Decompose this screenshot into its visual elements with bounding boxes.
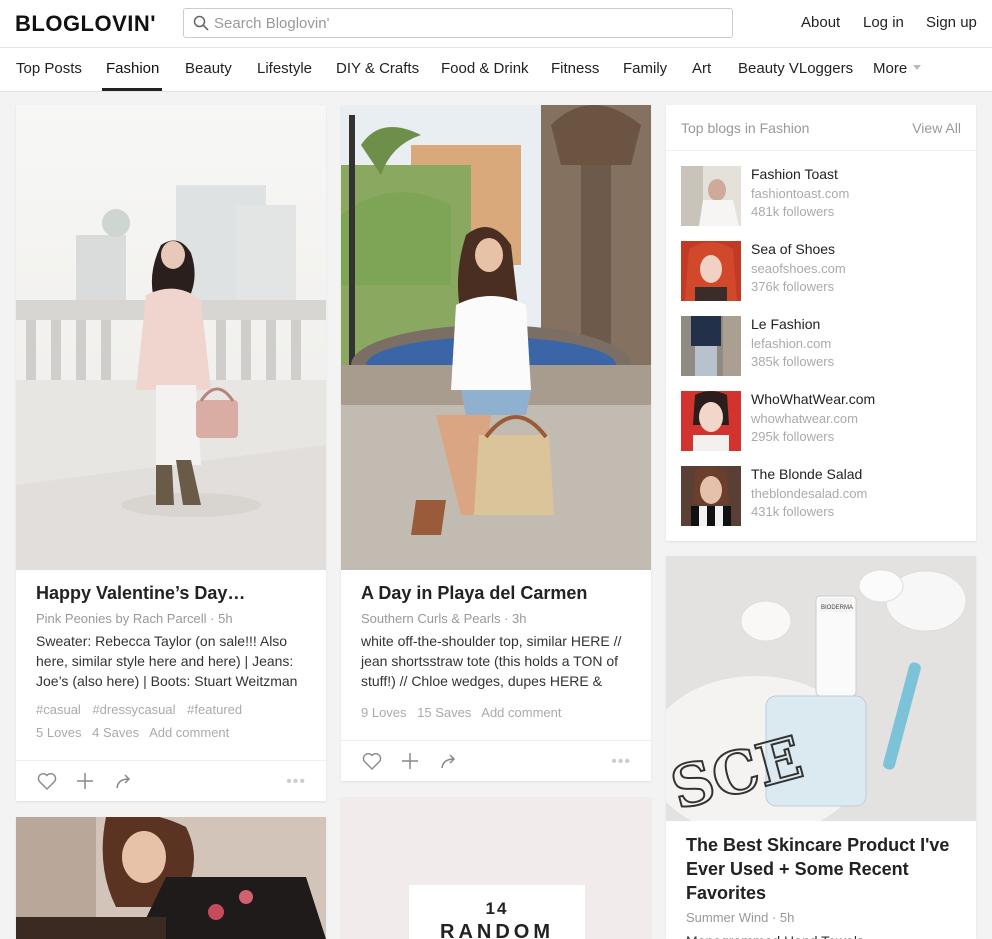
tab-beauty[interactable]: Beauty bbox=[185, 60, 232, 77]
top-blogs-panel: Top blogs in Fashion View All Fashion To… bbox=[666, 105, 976, 541]
blog-item-sea-of-shoes[interactable]: Sea of Shoes seaofshoes.com 376k followe… bbox=[681, 241, 971, 303]
loves-count: 9 Loves bbox=[361, 705, 407, 720]
blog-name[interactable]: Fashion Toast bbox=[751, 166, 838, 182]
post-image-4[interactable] bbox=[16, 817, 326, 939]
post-actions-2: ••• bbox=[341, 740, 651, 781]
blog-url: seaofshoes.com bbox=[751, 261, 846, 276]
tag-link[interactable]: #casual bbox=[36, 702, 81, 717]
post-stats-2: 9 Loves 15 Saves Add comment bbox=[361, 705, 568, 720]
blog-item-le-fashion[interactable]: Le Fashion lefashion.com 385k followers bbox=[681, 316, 971, 378]
tab-more-label: More bbox=[873, 60, 908, 77]
post-image-3[interactable]: BIODERMA SCE bbox=[666, 556, 976, 821]
poster-word: RANDOM bbox=[440, 921, 554, 939]
blog-name[interactable]: Sea of Shoes bbox=[751, 241, 835, 257]
post-card-3: BIODERMA SCE The Best Skincare Product I… bbox=[666, 556, 976, 939]
tab-top-posts[interactable]: Top Posts bbox=[16, 60, 82, 77]
post-stats-1: 5 Loves 4 Saves Add comment bbox=[36, 725, 236, 740]
tab-lifestyle[interactable]: Lifestyle bbox=[257, 60, 312, 77]
blog-item-blonde-salad[interactable]: The Blonde Salad theblondesalad.com 431k… bbox=[681, 466, 971, 528]
poster-number: 14 bbox=[485, 899, 509, 918]
blog-followers: 481k followers bbox=[751, 204, 835, 219]
more-options-icon[interactable]: ••• bbox=[611, 753, 631, 771]
post-meta-2[interactable]: Southern Curls & Pearls · 3h bbox=[361, 611, 526, 626]
top-blogs-title: Top blogs in Fashion bbox=[681, 120, 810, 136]
tab-fitness[interactable]: Fitness bbox=[551, 60, 599, 77]
plus-icon[interactable] bbox=[399, 750, 421, 772]
signup-link[interactable]: Sign up bbox=[926, 14, 977, 31]
post-excerpt-1: Sweater: Rebecca Taylor (on sale!!! Also… bbox=[36, 633, 298, 689]
category-nav: Top Posts Fashion Beauty Lifestyle DIY &… bbox=[0, 48, 992, 92]
blog-avatar bbox=[681, 466, 741, 526]
saves-count: 15 Saves bbox=[417, 705, 472, 720]
blog-avatar bbox=[681, 391, 741, 451]
post-card-4 bbox=[16, 817, 326, 939]
product-brand-label: BIODERMA bbox=[821, 605, 853, 611]
post-image-2[interactable] bbox=[341, 105, 651, 570]
blog-url: fashiontoast.com bbox=[751, 186, 850, 201]
post-title-2[interactable]: A Day in Playa del Carmen bbox=[361, 583, 587, 604]
plus-icon[interactable] bbox=[74, 770, 96, 792]
blog-name[interactable]: Le Fashion bbox=[751, 316, 820, 332]
post-image-5[interactable]: 14 RANDOM bbox=[341, 797, 651, 939]
tab-fashion[interactable]: Fashion bbox=[106, 60, 159, 77]
blog-name[interactable]: The Blonde Salad bbox=[751, 466, 862, 482]
search-box[interactable] bbox=[183, 8, 733, 38]
blog-url: theblondesalad.com bbox=[751, 486, 868, 501]
saves-count: 4 Saves bbox=[92, 725, 140, 740]
more-options-icon[interactable]: ••• bbox=[286, 773, 306, 791]
add-comment-link[interactable]: Add comment bbox=[481, 705, 561, 720]
top-blogs-header: Top blogs in Fashion View All bbox=[666, 105, 976, 151]
post-tags-1: #casual #dressycasual #featured bbox=[36, 702, 250, 717]
heart-icon[interactable] bbox=[361, 750, 383, 772]
blog-followers: 376k followers bbox=[751, 279, 835, 294]
tab-beauty-vloggers[interactable]: Beauty VLoggers bbox=[738, 60, 853, 77]
post-title-1[interactable]: Happy Valentine’s Day… bbox=[36, 583, 245, 604]
blog-followers: 431k followers bbox=[751, 504, 835, 519]
blog-url: whowhatwear.com bbox=[751, 411, 858, 426]
post-excerpt-3: Monogrammed Hand Towels bbox=[686, 931, 961, 939]
post-image-1[interactable] bbox=[16, 105, 326, 570]
share-icon[interactable] bbox=[113, 770, 135, 792]
blog-url: lefashion.com bbox=[751, 336, 832, 351]
bloglovin-logo[interactable]: BLOGLOVIN' bbox=[15, 11, 156, 37]
add-comment-link[interactable]: Add comment bbox=[149, 725, 229, 740]
blog-avatar bbox=[681, 316, 741, 376]
top-header: BLOGLOVIN' About Log in Sign up bbox=[0, 0, 992, 48]
heart-icon[interactable] bbox=[36, 770, 58, 792]
tab-diy-crafts[interactable]: DIY & Crafts bbox=[336, 60, 419, 77]
post-actions-1: ••• bbox=[16, 760, 326, 801]
search-input[interactable] bbox=[214, 12, 714, 34]
blog-avatar bbox=[681, 166, 741, 226]
blog-avatar bbox=[681, 241, 741, 301]
tab-family[interactable]: Family bbox=[623, 60, 667, 77]
caret-down-icon bbox=[913, 65, 922, 70]
blog-followers: 295k followers bbox=[751, 429, 835, 444]
post-title-3[interactable]: The Best Skincare Product I've Ever Used… bbox=[686, 833, 961, 905]
tag-link[interactable]: #featured bbox=[187, 702, 242, 717]
tab-more[interactable]: More bbox=[873, 60, 922, 77]
login-link[interactable]: Log in bbox=[863, 14, 904, 31]
blog-item-whowhatwear[interactable]: WhoWhatWear.com whowhatwear.com 295k fol… bbox=[681, 391, 971, 453]
post-meta-3[interactable]: Summer Wind · 5h bbox=[686, 910, 794, 925]
blog-item-fashion-toast[interactable]: Fashion Toast fashiontoast.com 481k foll… bbox=[681, 166, 971, 228]
share-icon[interactable] bbox=[438, 750, 460, 772]
blog-followers: 385k followers bbox=[751, 354, 835, 369]
about-link[interactable]: About bbox=[801, 14, 840, 31]
search-icon bbox=[193, 15, 209, 31]
tab-food-drink[interactable]: Food & Drink bbox=[441, 60, 529, 77]
active-tab-indicator bbox=[102, 88, 162, 91]
post-meta-1[interactable]: Pink Peonies by Rach Parcell · 5h bbox=[36, 611, 233, 626]
post-card-5: 14 RANDOM bbox=[341, 797, 651, 939]
tag-link[interactable]: #dressycasual bbox=[92, 702, 175, 717]
post-card-2: A Day in Playa del Carmen Southern Curls… bbox=[341, 105, 651, 781]
poster-graphic: 14 RANDOM bbox=[409, 885, 585, 939]
post-card-1: Happy Valentine’s Day… Pink Peonies by R… bbox=[16, 105, 326, 801]
tab-art[interactable]: Art bbox=[692, 60, 711, 77]
loves-count: 5 Loves bbox=[36, 725, 82, 740]
view-all-link[interactable]: View All bbox=[912, 120, 961, 136]
post-excerpt-2: white off-the-shoulder top, similar HERE… bbox=[361, 633, 622, 689]
blog-name[interactable]: WhoWhatWear.com bbox=[751, 391, 875, 407]
